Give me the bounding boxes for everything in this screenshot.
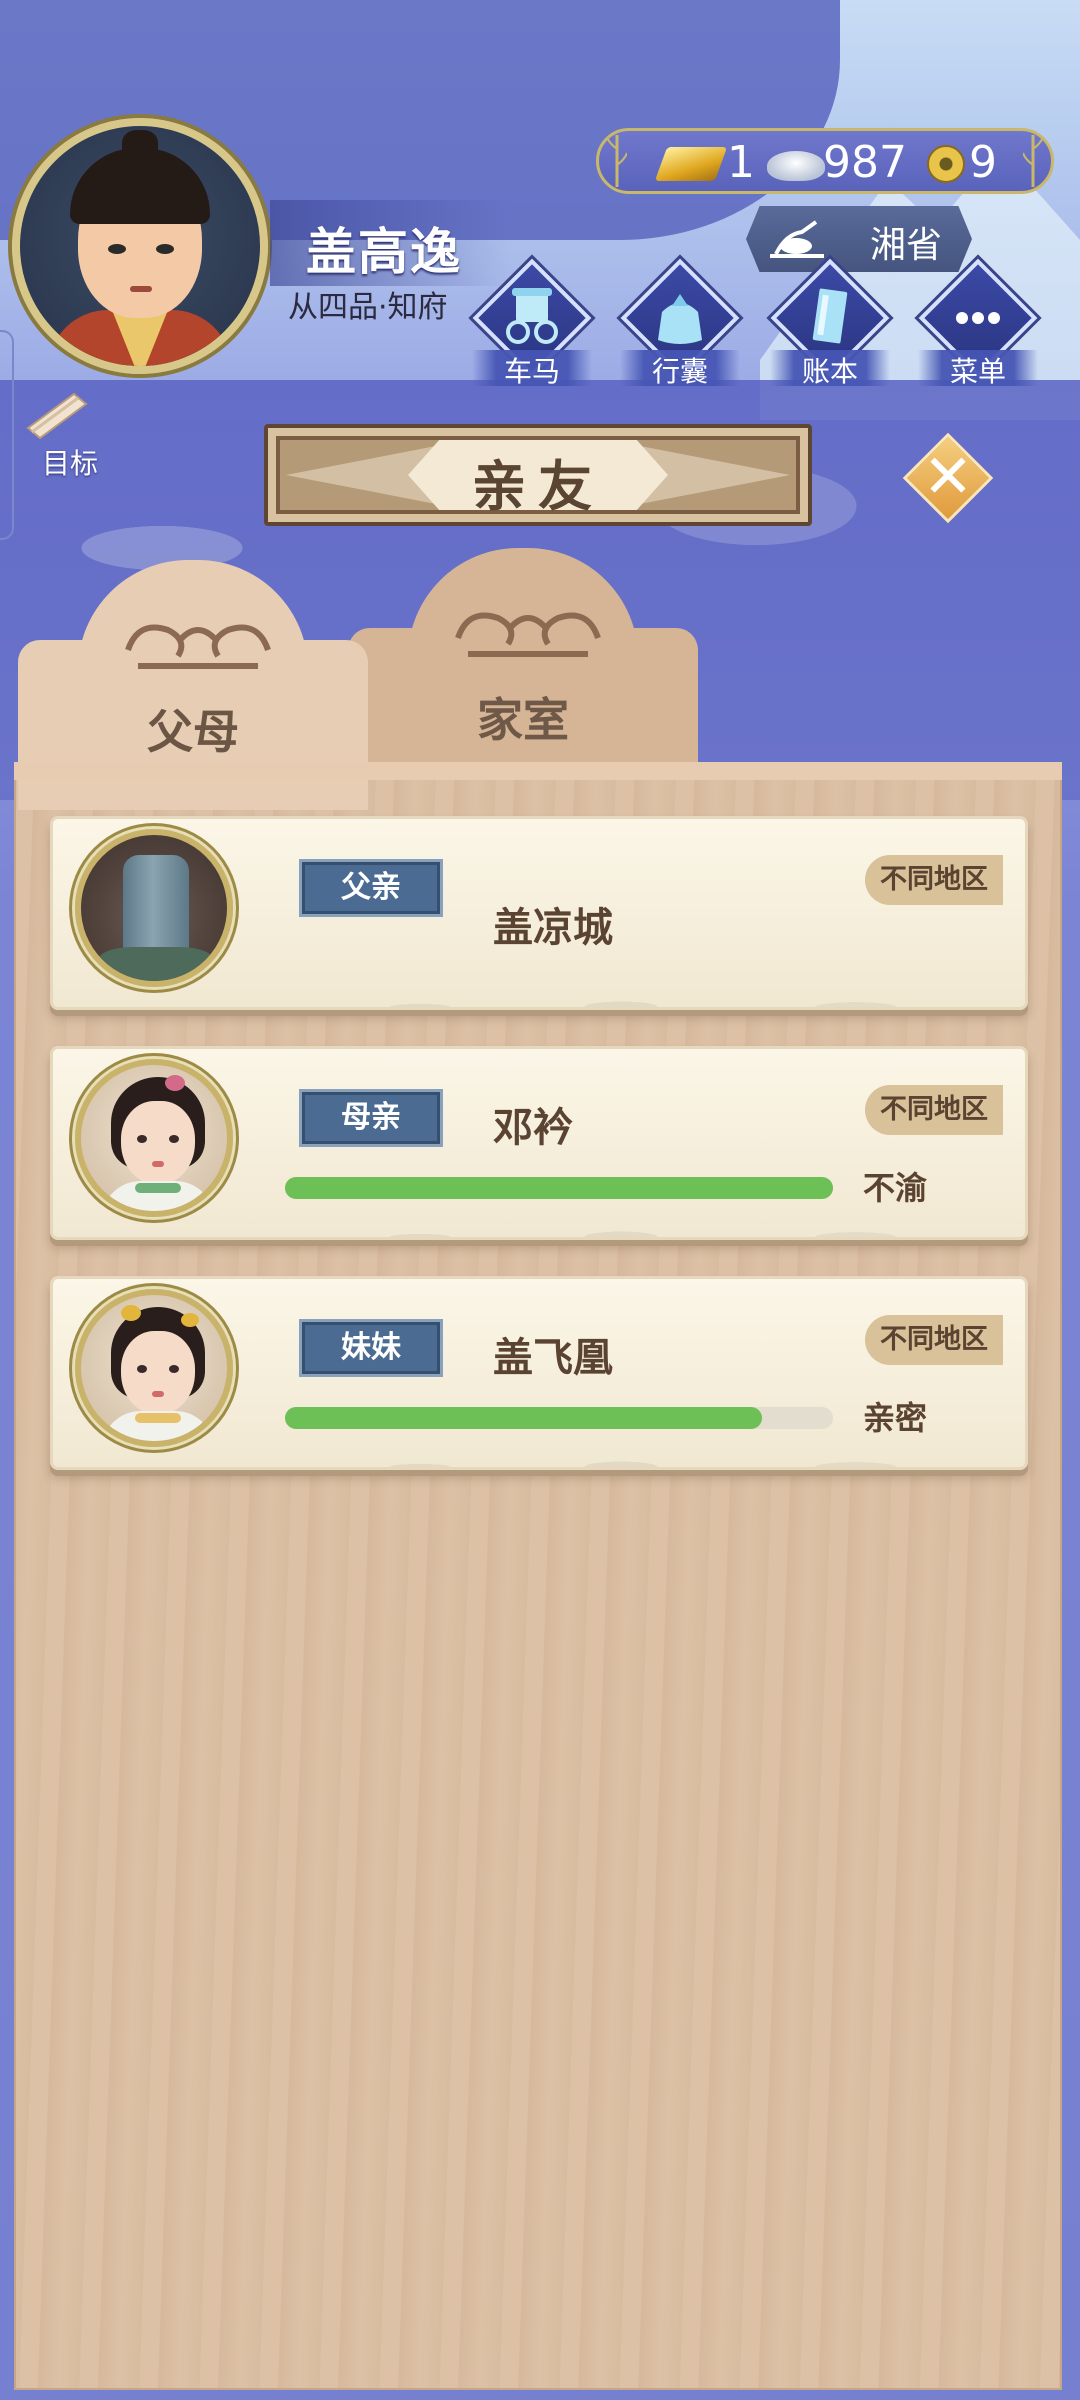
region-tag: 不同地区 bbox=[865, 1315, 1003, 1365]
player-avatar[interactable] bbox=[12, 118, 268, 374]
relative-card-sister[interactable]: 妹妹 盖飞凰 不同地区 亲密 bbox=[50, 1276, 1028, 1470]
wave-decoration bbox=[353, 947, 1023, 1007]
portrait-lips bbox=[152, 1161, 164, 1167]
tab-parents-label: 父母 bbox=[147, 705, 239, 759]
close-button[interactable]: ✕ bbox=[902, 432, 994, 524]
bamboo-icon bbox=[607, 135, 627, 187]
portrait-necklace bbox=[135, 1183, 181, 1193]
gold-ingot-icon bbox=[654, 147, 728, 181]
relation-status: 不渝 bbox=[863, 1169, 928, 1207]
more-menu-label: 菜单 bbox=[949, 355, 1006, 388]
relative-name: 盖凉城 bbox=[493, 905, 613, 951]
affinity-bar-fill bbox=[285, 1177, 833, 1199]
hairpin-icon bbox=[165, 1075, 185, 1091]
portrait-lips bbox=[152, 1391, 164, 1397]
ledger-label: 账本 bbox=[801, 355, 858, 388]
more-menu-button[interactable]: 菜单 bbox=[914, 258, 1042, 390]
carriage-label: 车马 bbox=[503, 355, 560, 388]
goal-button[interactable]: 目标 bbox=[14, 384, 114, 484]
relation-status: 亲密 bbox=[863, 1399, 928, 1437]
scroll-icon bbox=[26, 392, 88, 440]
cloud-ornament-icon bbox=[125, 624, 271, 669]
cloud-ornament-icon bbox=[455, 612, 601, 657]
hairpin-icon bbox=[181, 1313, 199, 1327]
portrait-necklace bbox=[135, 1413, 181, 1423]
bag-label: 行囊 bbox=[651, 355, 708, 388]
region-badge[interactable]: 湘省 bbox=[746, 206, 972, 272]
title-banner: 亲友 bbox=[264, 424, 812, 526]
bag-button[interactable]: 行囊 bbox=[616, 258, 744, 390]
region-label: 湘省 bbox=[870, 225, 943, 266]
portrait-eye bbox=[169, 1135, 179, 1143]
carriage-button[interactable]: 车马 bbox=[468, 258, 596, 390]
affinity-bar bbox=[285, 1177, 833, 1199]
relative-portrait bbox=[75, 1289, 233, 1447]
carriage-icon bbox=[506, 288, 558, 344]
currency-bar: 1 987 9 bbox=[596, 128, 1054, 194]
relative-name: 盖飞凰 bbox=[493, 1335, 613, 1381]
portrait-eye bbox=[169, 1365, 179, 1373]
close-icon: ✕ bbox=[922, 442, 974, 512]
role-badge: 母亲 bbox=[299, 1089, 443, 1147]
silver-ingot-icon bbox=[767, 151, 825, 181]
portrait-eye bbox=[137, 1365, 147, 1373]
avatar-mouth bbox=[130, 286, 152, 292]
bag-icon bbox=[658, 294, 702, 344]
gold-amount: 1 bbox=[727, 137, 755, 188]
tab-family[interactable]: 家室 bbox=[348, 548, 698, 798]
portrait-eye bbox=[137, 1135, 147, 1143]
avatar-eye bbox=[108, 244, 126, 254]
ledger-button[interactable]: 账本 bbox=[766, 258, 894, 390]
affinity-bar-fill bbox=[285, 1407, 762, 1429]
ledger-icon bbox=[812, 288, 848, 344]
more-icon bbox=[956, 312, 1000, 324]
panel-top-edge bbox=[14, 762, 1062, 780]
affinity-bar bbox=[285, 1407, 833, 1429]
avatar-hair-bun bbox=[122, 130, 158, 162]
relative-card-father[interactable]: 父亲 盖凉城 不同地区 bbox=[50, 816, 1028, 1010]
tab-family-label: 家室 bbox=[477, 693, 569, 747]
relative-portrait bbox=[75, 1059, 233, 1217]
coin-amount: 9 bbox=[969, 137, 997, 188]
goal-label: 目标 bbox=[42, 447, 99, 480]
relative-name: 邓衿 bbox=[493, 1105, 573, 1151]
role-badge: 妹妹 bbox=[299, 1319, 443, 1377]
player-rank: 从四品·知府 bbox=[288, 290, 448, 325]
portrait-face bbox=[121, 1101, 195, 1185]
player-name: 盖高逸 bbox=[306, 223, 462, 281]
copper-coin-icon bbox=[927, 145, 965, 183]
side-drawer-handle[interactable] bbox=[0, 330, 14, 540]
region-seal-icon bbox=[770, 220, 824, 258]
relative-card-mother[interactable]: 母亲 邓衿 不同地区 不渝 bbox=[50, 1046, 1028, 1240]
avatar-eye bbox=[156, 244, 174, 254]
page-title: 亲友 bbox=[472, 455, 604, 518]
silver-amount: 987 bbox=[823, 137, 907, 188]
portrait-face bbox=[121, 1331, 195, 1415]
tombstone-icon bbox=[123, 855, 189, 959]
role-badge: 父亲 bbox=[299, 859, 443, 917]
bamboo-icon bbox=[1023, 135, 1043, 187]
grass-mound bbox=[99, 947, 213, 981]
region-tag: 不同地区 bbox=[865, 855, 1003, 905]
region-tag: 不同地区 bbox=[865, 1085, 1003, 1135]
tombstone-portrait bbox=[75, 829, 233, 987]
hairpin-icon bbox=[121, 1305, 141, 1321]
